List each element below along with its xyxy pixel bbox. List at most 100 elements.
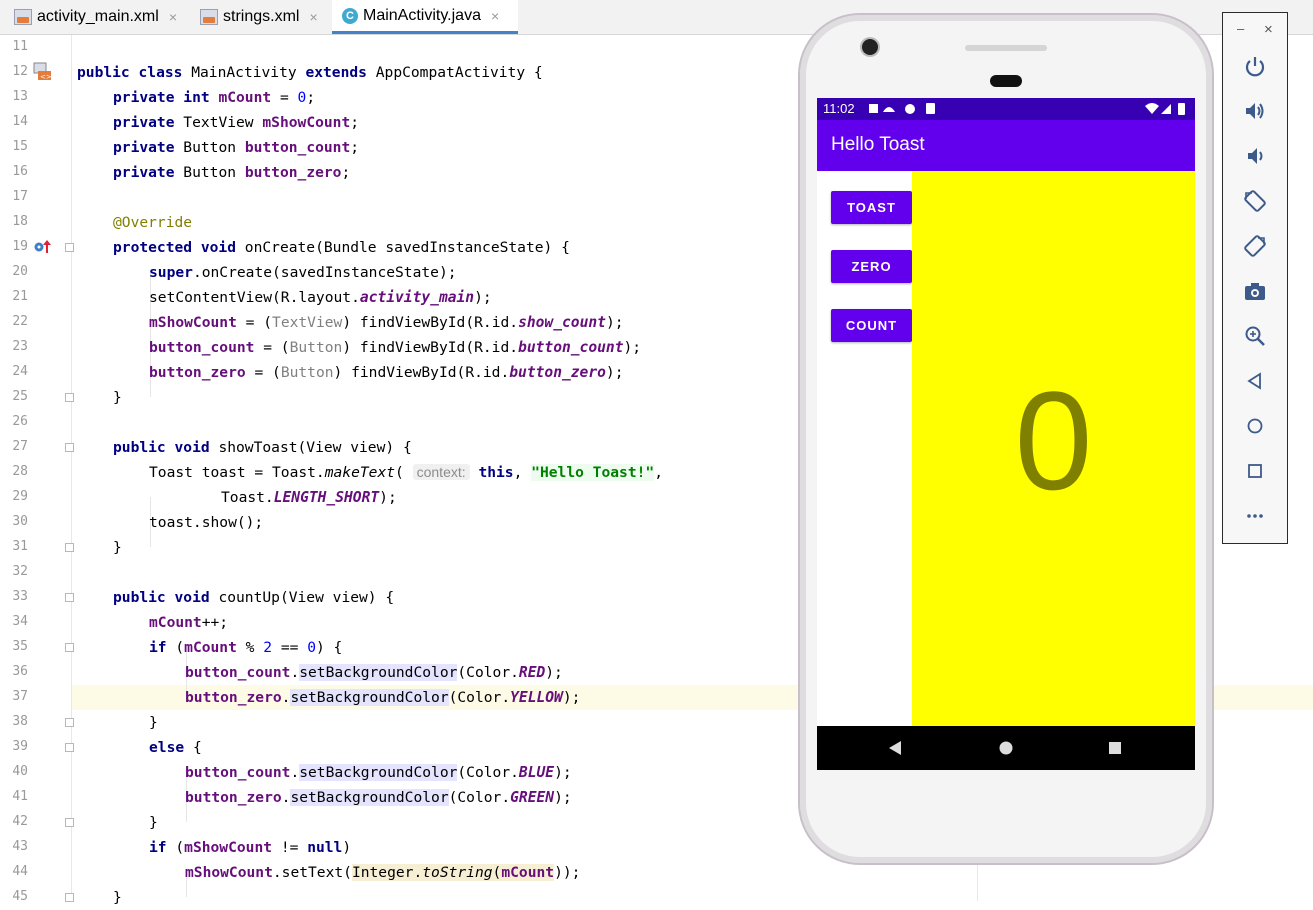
- close-icon[interactable]: ×: [491, 8, 499, 24]
- token: .: [290, 764, 300, 781]
- token: 0: [307, 639, 316, 656]
- tab-strings-xml[interactable]: strings.xml ×: [190, 0, 332, 34]
- line-number: 43: [12, 839, 28, 854]
- token: private int: [113, 89, 210, 106]
- screenshot-icon[interactable]: [1242, 278, 1268, 304]
- token: this: [478, 464, 514, 481]
- token: button_count: [244, 139, 351, 156]
- token: private: [113, 164, 175, 181]
- nav-home-icon[interactable]: [998, 740, 1014, 756]
- code-line-39: else {: [149, 735, 202, 760]
- token: setContentView(R.layout.: [149, 289, 360, 306]
- tab-activity-main-xml[interactable]: activity_main.xml ×: [0, 0, 190, 34]
- token: 2: [263, 639, 273, 656]
- line-number: 29: [12, 489, 28, 504]
- power-icon[interactable]: [1242, 53, 1268, 79]
- token: (Color.: [457, 764, 519, 781]
- token: button_zero: [185, 789, 282, 806]
- tab-mainactivity-java[interactable]: C MainActivity.java ×: [332, 0, 518, 34]
- app-title: Hello Toast: [831, 134, 925, 155]
- line-number: 14: [12, 114, 28, 129]
- token: button_zero: [185, 689, 282, 706]
- token: ));: [554, 864, 581, 881]
- token: button_count: [185, 764, 291, 781]
- token: (: [166, 839, 185, 856]
- code-line-31: }: [113, 535, 122, 560]
- proximity-sensor: [990, 75, 1022, 87]
- token: ==: [272, 639, 308, 656]
- rotate-left-icon[interactable]: [1242, 188, 1268, 214]
- token: );: [562, 689, 581, 706]
- notification-icons: [869, 103, 935, 114]
- show-count-view: 0: [912, 171, 1195, 726]
- string-literal: "Hello Toast!": [531, 464, 655, 481]
- line-number: 38: [12, 714, 28, 729]
- tab-label: MainActivity.java: [363, 6, 481, 24]
- layout-file-icon[interactable]: <>: [33, 62, 53, 82]
- back-icon[interactable]: [1242, 368, 1268, 394]
- token: mCount: [501, 864, 555, 881]
- token: mCount: [218, 89, 272, 106]
- token: Button: [280, 364, 334, 381]
- code-line-40: button_count.setBackgroundColor(Color.BL…: [185, 760, 572, 785]
- token: ,: [513, 464, 532, 481]
- token: countUp(View view) {: [209, 589, 395, 606]
- code-line-42: }: [149, 810, 158, 835]
- zoom-icon[interactable]: [1242, 323, 1268, 349]
- token: ) findViewById(R.id.: [342, 314, 519, 331]
- token: super: [149, 264, 193, 281]
- xml-file-icon: [14, 9, 32, 25]
- nav-overview-icon[interactable]: [1107, 740, 1123, 756]
- close-window-button[interactable]: ×: [1264, 21, 1273, 38]
- code-line-37: button_zero.setBackgroundColor(Color.YEL…: [185, 685, 580, 710]
- volume-down-icon[interactable]: [1242, 143, 1268, 169]
- more-icon[interactable]: [1242, 503, 1268, 529]
- line-number: 23: [12, 339, 28, 354]
- token: Button: [289, 339, 343, 356]
- code-line-19: protected void onCreate(Bundle savedInst…: [113, 235, 570, 260]
- token: LENGTH_SHORT: [273, 489, 380, 506]
- tab-label: activity_main.xml: [37, 8, 159, 25]
- token: ): [342, 839, 352, 856]
- token: %: [236, 639, 264, 656]
- token: (: [395, 464, 413, 481]
- line-number: 19: [12, 239, 28, 254]
- nav-back-icon[interactable]: [887, 740, 903, 756]
- token: public class: [77, 64, 183, 81]
- home-icon[interactable]: [1242, 413, 1268, 439]
- token: .onCreate(savedInstanceState);: [192, 264, 457, 281]
- token: ) findViewById(R.id.: [342, 339, 519, 356]
- zero-button[interactable]: ZERO: [831, 250, 912, 283]
- token: .: [290, 664, 300, 681]
- android-nav-bar: [817, 726, 1195, 770]
- token: ) {: [315, 639, 343, 656]
- token: );: [605, 314, 624, 331]
- status-bar: 11:02: [817, 98, 1195, 120]
- tab-label: strings.xml: [223, 8, 300, 25]
- token: makeText: [324, 464, 396, 481]
- token: Button: [174, 139, 245, 156]
- close-icon[interactable]: ×: [309, 9, 317, 25]
- token: extends: [305, 64, 367, 81]
- code-line-41: button_zero.setBackgroundColor(Color.GRE…: [185, 785, 572, 810]
- token: }: [113, 539, 122, 556]
- override-marker-icon[interactable]: [33, 238, 53, 256]
- front-camera: [862, 39, 878, 55]
- token: );: [379, 489, 397, 506]
- count-value: 0: [1014, 362, 1093, 519]
- token: ;: [350, 114, 360, 131]
- token: }: [149, 714, 158, 731]
- rotate-right-icon[interactable]: [1242, 233, 1268, 259]
- minimize-button[interactable]: –: [1237, 21, 1244, 36]
- java-class-icon: C: [342, 7, 358, 24]
- volume-up-icon[interactable]: [1242, 98, 1268, 124]
- overview-icon[interactable]: [1242, 458, 1268, 484]
- code-line-22: mShowCount = (TextView) findViewById(R.i…: [149, 310, 624, 335]
- token: ;: [350, 139, 360, 156]
- code-line-33: public void countUp(View view) {: [113, 585, 394, 610]
- close-icon[interactable]: ×: [169, 9, 177, 25]
- count-button[interactable]: COUNT: [831, 309, 912, 342]
- emulator-screen[interactable]: 11:02 Hello Toast TOAST ZERO COUNT 0: [817, 98, 1195, 770]
- toast-button[interactable]: TOAST: [831, 191, 912, 224]
- code-line-23: button_count = (Button) findViewById(R.i…: [149, 335, 641, 360]
